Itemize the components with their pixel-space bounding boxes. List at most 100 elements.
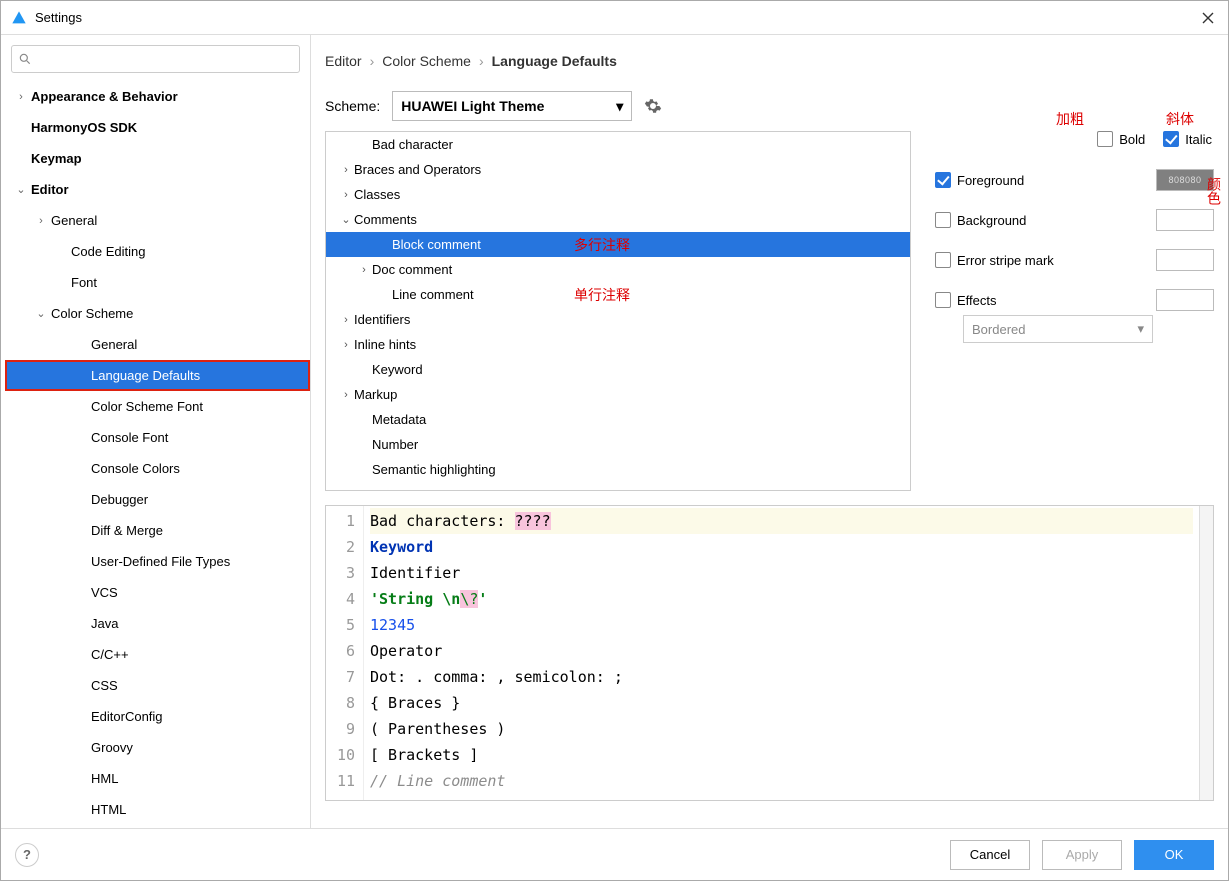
category-item[interactable]: ›Doc comment (326, 257, 910, 282)
error-stripe-color-swatch[interactable] (1156, 249, 1214, 271)
apply-button[interactable]: Apply (1042, 840, 1122, 870)
chevron-icon: ⌄ (33, 307, 49, 320)
crumb-color-scheme[interactable]: Color Scheme (382, 53, 471, 69)
effects-checkbox[interactable] (935, 292, 951, 308)
help-button[interactable]: ? (15, 843, 39, 867)
preview-punct: Dot: . comma: , semicolon: ; (370, 668, 623, 686)
sidebar-item[interactable]: User-Defined File Types (5, 546, 310, 577)
chevron-right-icon: › (479, 53, 484, 69)
sidebar-item-label: Keymap (29, 151, 82, 166)
sidebar-item[interactable]: ›General (5, 205, 310, 236)
sidebar-item-label: Color Scheme (49, 306, 133, 321)
category-item[interactable]: ›Markup (326, 382, 910, 407)
sidebar-item-label: Font (69, 275, 97, 290)
search-input-wrapper[interactable] (11, 45, 300, 73)
category-item[interactable]: ›Identifiers (326, 307, 910, 332)
category-list[interactable]: Bad character›Braces and Operators›Class… (325, 131, 911, 491)
sidebar-item-label: C/C++ (89, 647, 129, 662)
line-number: 6 (326, 638, 355, 664)
category-item[interactable]: ⌄Comments (326, 207, 910, 232)
sidebar-item[interactable]: EditorConfig (5, 701, 310, 732)
sidebar-item[interactable]: General (5, 329, 310, 360)
category-item[interactable]: Semantic highlighting (326, 457, 910, 482)
sidebar-item[interactable]: Console Colors (5, 453, 310, 484)
foreground-color-swatch[interactable]: 808080 (1156, 169, 1214, 191)
close-button[interactable] (1198, 8, 1218, 28)
sidebar-item-label: Java (89, 616, 118, 631)
sidebar-item-label: Groovy (89, 740, 133, 755)
preview-identifier: Identifier (370, 564, 460, 582)
sidebar-item[interactable]: C/C++ (5, 639, 310, 670)
sidebar-item[interactable]: Debugger (5, 484, 310, 515)
sidebar-item[interactable]: Font (5, 267, 310, 298)
chevron-icon: › (338, 339, 354, 351)
sidebar-item[interactable]: ⌄Editor (5, 174, 310, 205)
code-preview: 1234567891011 Bad characters: ???? Keywo… (325, 505, 1214, 801)
scheme-label: Scheme: (325, 98, 380, 114)
sidebar-item[interactable]: VCS (5, 577, 310, 608)
bold-label: Bold (1119, 132, 1145, 147)
italic-checkbox[interactable] (1163, 131, 1179, 147)
sidebar-item[interactable]: CSS (5, 670, 310, 701)
foreground-checkbox[interactable] (935, 172, 951, 188)
category-item[interactable]: Keyword (326, 357, 910, 382)
preview-text: Bad characters: (370, 512, 515, 530)
category-item[interactable]: ›Braces and Operators (326, 157, 910, 182)
category-item[interactable]: Metadata (326, 407, 910, 432)
sidebar-item[interactable]: Java (5, 608, 310, 639)
error-stripe-checkbox[interactable] (935, 252, 951, 268)
category-item[interactable]: Line comment (326, 282, 910, 307)
sidebar-item[interactable]: Diff & Merge (5, 515, 310, 546)
sidebar-item[interactable]: ›Appearance & Behavior (5, 81, 310, 112)
cancel-button[interactable]: Cancel (950, 840, 1030, 870)
sidebar-item[interactable]: Color Scheme Font (5, 391, 310, 422)
category-item[interactable]: Block comment (326, 232, 910, 257)
sidebar-item[interactable]: HarmonyOS SDK (5, 112, 310, 143)
category-item[interactable]: ›Inline hints (326, 332, 910, 357)
text-attributes-panel: 加粗 斜体 颜色 Bold Italic Foreground 808080 (923, 131, 1214, 491)
search-input[interactable] (38, 52, 293, 67)
sidebar-item[interactable]: Console Font (5, 422, 310, 453)
gear-icon[interactable] (644, 97, 662, 115)
sidebar-item[interactable]: ⌄Color Scheme (5, 298, 310, 329)
category-item[interactable]: Bad character (326, 132, 910, 157)
effects-color-swatch[interactable] (1156, 289, 1214, 311)
preview-line-comment: // Line comment (370, 772, 505, 790)
crumb-editor[interactable]: Editor (325, 53, 362, 69)
crumb-language-defaults: Language Defaults (492, 53, 617, 69)
category-item[interactable]: ›Classes (326, 182, 910, 207)
chevron-down-icon: ▾ (616, 98, 623, 115)
effects-type-value: Bordered (972, 322, 1025, 337)
error-stripe-label: Error stripe mark (957, 253, 1054, 268)
scheme-value: HUAWEI Light Theme (401, 98, 544, 114)
preview-brackets: [ Brackets ] (370, 746, 478, 764)
bold-checkbox[interactable] (1097, 131, 1113, 147)
effects-type-select[interactable]: Bordered ▾ (963, 315, 1153, 343)
background-checkbox[interactable] (935, 212, 951, 228)
scrollbar[interactable] (1199, 506, 1213, 800)
sidebar-item-label: Console Colors (89, 461, 180, 476)
category-item-label: Metadata (372, 412, 426, 427)
sidebar-item[interactable]: Code Editing (5, 236, 310, 267)
line-number: 5 (326, 612, 355, 638)
sidebar-item[interactable]: Keymap (5, 143, 310, 174)
ok-button[interactable]: OK (1134, 840, 1214, 870)
category-item-label: Number (372, 437, 418, 452)
sidebar-item[interactable]: HML (5, 763, 310, 794)
sidebar-item[interactable]: Groovy (5, 732, 310, 763)
category-item-label: Classes (354, 187, 400, 202)
sidebar-item-label: Language Defaults (89, 368, 200, 383)
search-icon (18, 52, 32, 66)
window-title: Settings (35, 10, 1198, 25)
foreground-label: Foreground (957, 173, 1024, 188)
sidebar-item-label: CSS (89, 678, 118, 693)
background-color-swatch[interactable] (1156, 209, 1214, 231)
sidebar-item[interactable]: Language Defaults (5, 360, 310, 391)
chevron-icon: › (338, 164, 354, 176)
category-item[interactable]: Number (326, 432, 910, 457)
italic-label: Italic (1185, 132, 1212, 147)
scheme-select[interactable]: HUAWEI Light Theme ▾ (392, 91, 632, 121)
sidebar-item-label: General (49, 213, 97, 228)
sidebar-item[interactable]: HTML (5, 794, 310, 825)
code-area[interactable]: Bad characters: ???? Keyword Identifier … (364, 506, 1199, 800)
